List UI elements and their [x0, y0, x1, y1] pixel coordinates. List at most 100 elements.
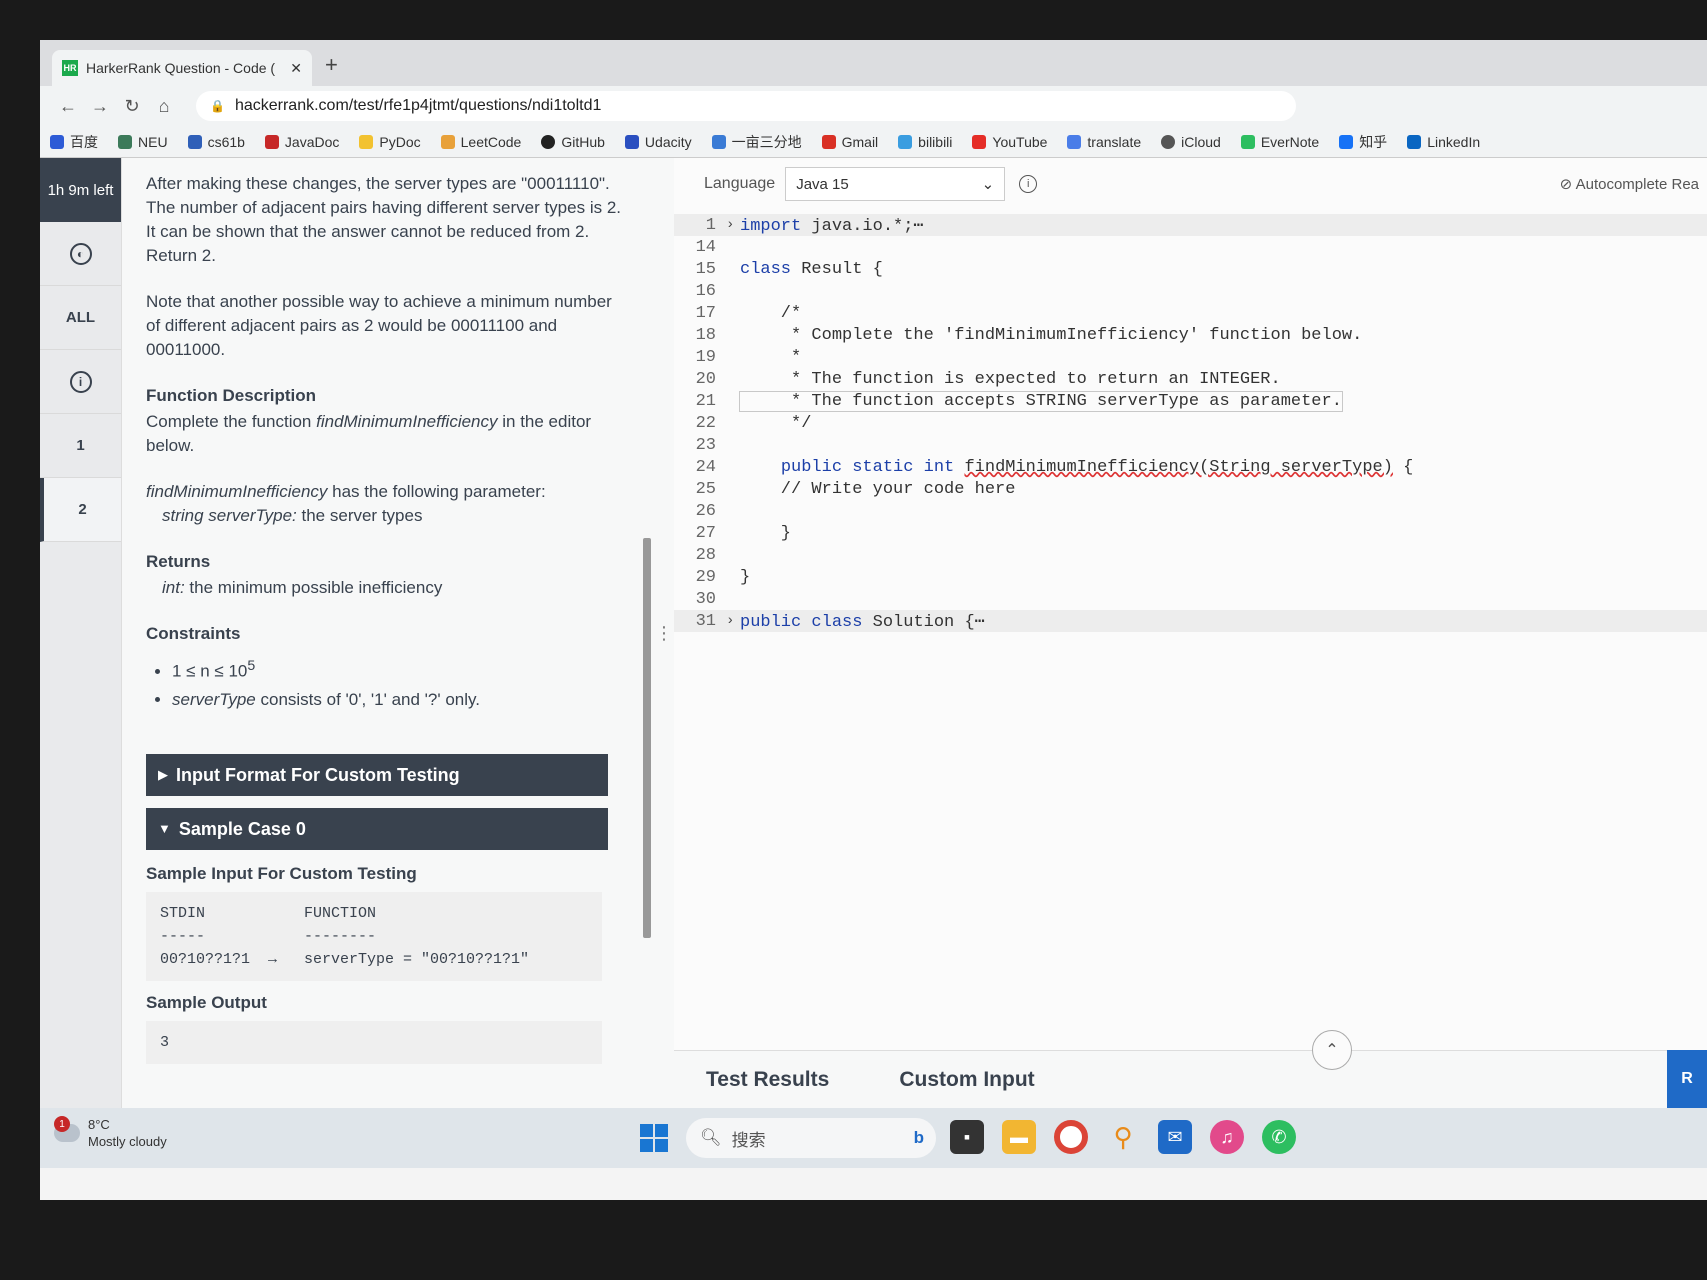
- code-line[interactable]: 19 *: [674, 346, 1707, 368]
- code-line[interactable]: 31 › public class Solution {⋯: [674, 610, 1707, 632]
- line-number: 18: [695, 325, 716, 345]
- youtube-icon: [972, 134, 987, 149]
- info-icon[interactable]: i: [1019, 175, 1038, 193]
- fold-chevron-icon[interactable]: ›: [726, 613, 740, 629]
- code-line[interactable]: 21 * The function accepts STRING serverT…: [674, 390, 1707, 412]
- expand-console-button[interactable]: ⌃: [1312, 1030, 1352, 1070]
- tab-custom-input[interactable]: Custom Input: [899, 1068, 1034, 1092]
- code-line[interactable]: 26: [674, 500, 1707, 522]
- sample-case-accordion[interactable]: ▼ Sample Case 0: [146, 807, 608, 850]
- code-line[interactable]: 20 * The function is expected to return …: [674, 368, 1707, 390]
- bookmark-leetcode[interactable]: LeetCode: [440, 134, 521, 150]
- line-number: 14: [695, 237, 716, 257]
- nav-compass[interactable]: ◐: [40, 222, 121, 286]
- file-explorer-icon[interactable]: ▬: [1002, 1120, 1036, 1154]
- chevron-down-icon: ⌄: [981, 176, 995, 193]
- code-line[interactable]: 18 * Complete the 'findMinimumInefficien…: [674, 324, 1707, 346]
- code-line[interactable]: 17 /*: [674, 302, 1707, 324]
- problem-statement: After making these changes, the server t…: [132, 158, 632, 1108]
- screen: HR HarkerRank Question - Code ( ✕ + ← → …: [40, 40, 1707, 1200]
- line-number: 21: [695, 391, 716, 411]
- bookmark-udacity[interactable]: Udacity: [624, 134, 692, 150]
- compass-icon: ◐: [69, 242, 92, 265]
- code-text: /*: [740, 303, 802, 323]
- task-view-icon[interactable]: ▪: [950, 1120, 984, 1154]
- bookmark-youtube[interactable]: YouTube: [972, 134, 1047, 150]
- bookmark-bilibili[interactable]: bilibili: [898, 134, 952, 150]
- wechat-icon[interactable]: ✆: [1262, 1120, 1296, 1154]
- bookmark-linkedin[interactable]: LinkedIn: [1407, 134, 1480, 150]
- code-line[interactable]: 23: [674, 434, 1707, 456]
- bookmark-gmail[interactable]: Gmail: [821, 134, 878, 150]
- bookmark-evernote[interactable]: EverNote: [1240, 134, 1319, 150]
- bookmark-1point3acres[interactable]: 一亩三分地: [711, 132, 802, 152]
- udacity-icon: [624, 134, 639, 149]
- bookmark-zhihu[interactable]: 知乎: [1339, 132, 1387, 152]
- code-area[interactable]: 1 › import java.io.*;⋯ 14 15 class Result {16…: [674, 214, 1707, 632]
- new-tab-button[interactable]: +: [325, 52, 338, 78]
- nav-all[interactable]: ALL: [40, 286, 121, 350]
- back-icon[interactable]: ←: [52, 96, 84, 117]
- reload-icon[interactable]: ↻: [116, 96, 148, 117]
- bookmark-github[interactable]: GitHub: [541, 134, 605, 150]
- problem-scrollbar[interactable]: [640, 158, 654, 1108]
- nav-question-1[interactable]: 1: [40, 414, 121, 478]
- fold-chevron-icon[interactable]: ›: [726, 217, 740, 233]
- bookmark-neu[interactable]: NEU: [118, 134, 168, 150]
- home-icon[interactable]: ⌂: [148, 96, 180, 117]
- tab-test-results[interactable]: Test Results: [706, 1068, 829, 1092]
- code-text: * Complete the 'findMinimumInefficiency'…: [740, 325, 1363, 345]
- code-text: public static int findMinimumInefficienc…: [780, 457, 1414, 477]
- mail-icon[interactable]: ✉: [1158, 1120, 1192, 1154]
- bookmark-pydoc[interactable]: PyDoc: [359, 134, 421, 150]
- bookmark-cs61b[interactable]: cs61b: [187, 134, 245, 150]
- search-icon: 🔍︎: [700, 1128, 722, 1147]
- caret-down-icon: ▼: [158, 820, 171, 836]
- code-line[interactable]: 24 public static int findMinimumIneffici…: [674, 456, 1707, 478]
- chrome-icon[interactable]: [1054, 1120, 1088, 1154]
- code-line[interactable]: 14: [674, 236, 1707, 258]
- bookmark-baidu[interactable]: 百度: [50, 132, 98, 152]
- forward-icon[interactable]: →: [84, 96, 116, 117]
- code-text: }: [740, 567, 751, 587]
- line-number: 25: [695, 479, 716, 499]
- scrollbar-thumb[interactable]: [643, 538, 651, 938]
- music-icon[interactable]: ♫: [1210, 1120, 1244, 1154]
- nav-question-2[interactable]: 2: [40, 478, 121, 542]
- editor-toolbar: Language Java 15 ⌄ i ⊘ Autocomplete Rea: [674, 158, 1707, 210]
- taskbar-search[interactable]: 🔍︎ 搜索 b: [686, 1118, 936, 1158]
- run-button[interactable]: R: [1667, 1050, 1707, 1108]
- language-select[interactable]: Java 15 ⌄: [785, 167, 1006, 201]
- code-line[interactable]: 27 }: [674, 522, 1707, 544]
- bookmark-icloud[interactable]: iCloud: [1161, 134, 1221, 150]
- autocomplete-toggle[interactable]: ⊘ Autocomplete Rea: [1560, 175, 1699, 193]
- input-format-accordion[interactable]: ▶ Input Format For Custom Testing: [146, 753, 608, 796]
- weather-condition: Mostly cloudy: [88, 1134, 167, 1149]
- close-icon[interactable]: ✕: [290, 60, 302, 77]
- code-line[interactable]: 30: [674, 588, 1707, 610]
- code-line[interactable]: 28: [674, 544, 1707, 566]
- zhihu-icon: [1339, 134, 1354, 149]
- url-field[interactable]: 🔒 hackerrank.com/test/rfe1p4jtmt/questio…: [196, 91, 1296, 121]
- code-line[interactable]: 1 › import java.io.*;⋯: [674, 214, 1707, 236]
- returns-description: int: the minimum possible inefficiency: [162, 578, 443, 597]
- tab-title: HarkerRank Question - Code (: [86, 60, 276, 76]
- code-line[interactable]: 16: [674, 280, 1707, 302]
- browser-tab[interactable]: HR HarkerRank Question - Code ( ✕: [52, 50, 312, 86]
- windows-start-icon[interactable]: [640, 1124, 668, 1152]
- pane-splitter-handle[interactable]: ⋮: [655, 158, 673, 1108]
- bookmark-translate[interactable]: translate: [1067, 134, 1141, 150]
- code-line[interactable]: 29}: [674, 566, 1707, 588]
- code-line[interactable]: 22 */: [674, 412, 1707, 434]
- magnifier-app-icon[interactable]: ⚲: [1106, 1120, 1140, 1154]
- code-line[interactable]: 25 // Write your code here: [674, 478, 1707, 500]
- weather-widget[interactable]: 1 8°C Mostly cloudy: [54, 1116, 167, 1150]
- sample-input-heading: Sample Input For Custom Testing: [146, 863, 417, 883]
- nav-info[interactable]: i: [40, 350, 121, 414]
- translate-icon: [1067, 134, 1082, 149]
- line-number: 31: [695, 611, 716, 631]
- javadoc-icon: [264, 134, 279, 149]
- bookmark-javadoc[interactable]: JavaDoc: [264, 134, 339, 150]
- code-line[interactable]: 15 class Result {: [674, 258, 1707, 280]
- weather-temp: 8°C: [88, 1117, 110, 1132]
